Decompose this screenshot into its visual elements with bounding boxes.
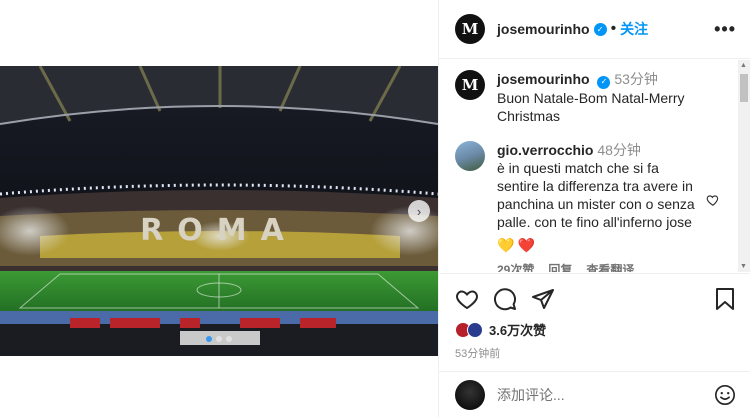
post-header: M josemourinho ✓ • 关注 ••• bbox=[439, 0, 750, 59]
caption-avatar[interactable]: M bbox=[455, 70, 485, 100]
carousel-dot bbox=[226, 336, 232, 342]
caption-text: Buon Natale-Bom Natal-Merry Christmas bbox=[497, 89, 685, 124]
current-user-avatar bbox=[455, 379, 485, 410]
yellow-heart-icon: 💛 bbox=[497, 236, 515, 253]
add-comment-bar bbox=[439, 371, 750, 417]
emoji-smiley-icon[interactable] bbox=[714, 384, 736, 406]
comments-scrollbar[interactable]: ▲ ▼ bbox=[738, 60, 750, 272]
scroll-down-icon[interactable]: ▼ bbox=[740, 263, 747, 270]
share-paper-plane-icon[interactable] bbox=[531, 287, 555, 311]
liker-avatar[interactable] bbox=[467, 321, 483, 338]
comment-like-count[interactable]: 29次赞 bbox=[497, 261, 534, 273]
verified-badge-icon: ✓ bbox=[593, 22, 607, 36]
post-sidebar: M josemourinho ✓ • 关注 ••• M josemourinho… bbox=[438, 0, 750, 417]
caption-username[interactable]: josemourinho bbox=[497, 71, 590, 87]
scroll-up-icon[interactable]: ▲ bbox=[740, 62, 747, 69]
add-comment-input[interactable] bbox=[497, 386, 714, 403]
comment-text: è in questi match che si fa sentire la d… bbox=[497, 159, 695, 230]
next-slide-button[interactable]: › bbox=[408, 200, 430, 222]
follow-button[interactable]: 关注 bbox=[620, 19, 648, 39]
reply-button[interactable]: 回复 bbox=[548, 261, 572, 273]
post-photo[interactable]: ROMA › bbox=[0, 66, 438, 356]
media-panel: ROMA › bbox=[0, 0, 438, 417]
stadium-image: ROMA bbox=[0, 66, 438, 356]
see-translation-button[interactable]: 查看翻译 bbox=[586, 261, 634, 273]
carousel-dot bbox=[216, 336, 222, 342]
avatar-letter: M bbox=[461, 20, 479, 38]
save-bookmark-icon[interactable] bbox=[714, 287, 736, 311]
comment-meta: 29次赞 回复 查看翻译 bbox=[497, 261, 698, 273]
comments-section: M josemourinho ✓ 53分钟 Buon Natale-Bom Na… bbox=[439, 60, 738, 272]
comment-time: 48分钟 bbox=[597, 141, 641, 158]
post-actions: 3.6万次赞 53分钟前 bbox=[439, 273, 750, 361]
comment-item: gio.verrocchio 48分钟 è in questi match ch… bbox=[455, 140, 724, 273]
caption-entry: M josemourinho ✓ 53分钟 Buon Natale-Bom Na… bbox=[455, 70, 724, 125]
header-separator: • bbox=[610, 20, 617, 37]
comment-emojis: 💛 ❤️ bbox=[497, 237, 698, 253]
likes-row: 3.6万次赞 bbox=[455, 320, 736, 339]
carousel-dots bbox=[0, 336, 438, 342]
red-heart-icon: ❤️ bbox=[517, 236, 535, 253]
verified-badge-icon: ✓ bbox=[597, 75, 611, 89]
scrollbar-thumb[interactable] bbox=[740, 74, 748, 102]
commenter-avatar[interactable] bbox=[455, 140, 485, 171]
comment-username[interactable]: gio.verrocchio bbox=[497, 142, 593, 158]
avatar-letter: M bbox=[461, 76, 479, 94]
roma-banner-text: ROMA bbox=[140, 213, 298, 248]
author-avatar[interactable]: M bbox=[455, 14, 485, 44]
more-options-icon[interactable]: ••• bbox=[714, 19, 736, 40]
caption-time: 53分钟 bbox=[614, 71, 658, 87]
carousel-dot bbox=[206, 336, 212, 342]
like-heart-icon[interactable] bbox=[455, 287, 479, 311]
post-timestamp[interactable]: 53分钟前 bbox=[455, 345, 736, 361]
likes-count[interactable]: 3.6万次赞 bbox=[489, 320, 546, 339]
comment-bubble-icon[interactable] bbox=[493, 287, 517, 311]
author-username[interactable]: josemourinho bbox=[497, 21, 590, 37]
comment-like-heart-icon[interactable] bbox=[706, 193, 720, 207]
